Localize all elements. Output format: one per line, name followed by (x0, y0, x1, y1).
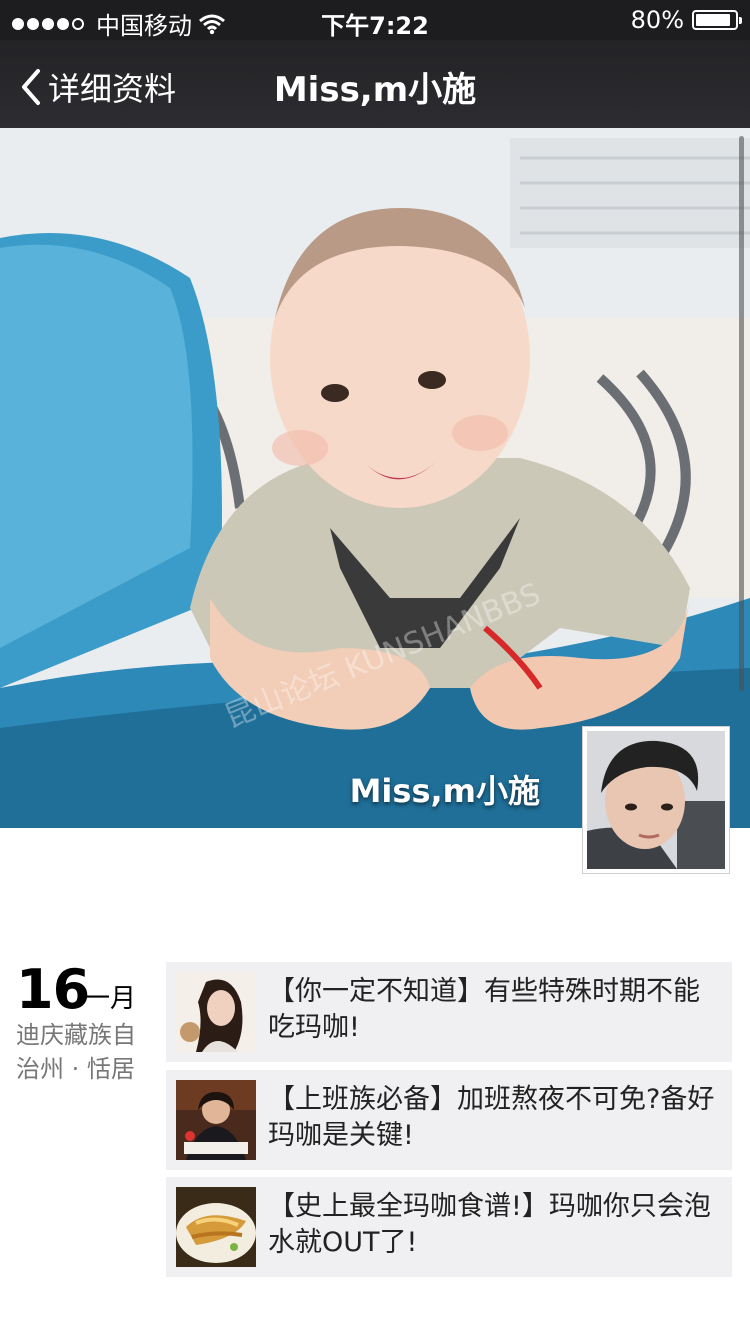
page-title: Miss,m小施 (273, 70, 477, 110)
timeline-post[interactable]: 【你一定不知道】有些特殊时期不能吃玛咖! (166, 962, 732, 1062)
battery-percent: 80% (630, 6, 684, 34)
post-thumbnail (176, 1080, 256, 1160)
woman-portrait-icon (176, 972, 256, 1052)
timeline-post[interactable]: 【史上最全玛咖食谱!】玛咖你只会泡水就OUT了! (166, 1177, 732, 1277)
post-location: 迪庆藏族自治州 · 恬居 (16, 1021, 136, 1083)
battery-icon (692, 10, 742, 30)
status-bar: 中国移动 下午7:22 80% (0, 0, 750, 40)
post-date-month: 一月 (84, 984, 137, 1014)
status-right: 80% (630, 6, 742, 34)
avatar[interactable] (582, 726, 730, 874)
post-date-day: 16 (16, 958, 90, 1021)
post-title: 【上班族必备】加班熬夜不可免?备好玛咖是关键! (268, 1084, 715, 1151)
cover-photo[interactable]: 昆山论坛 KUNSHANBBS Miss,m小施 (0, 128, 750, 828)
post-title: 【史上最全玛咖食谱!】玛咖你只会泡水就OUT了! (268, 1191, 711, 1258)
avatar-image (587, 731, 725, 869)
food-dish-icon (176, 1187, 256, 1267)
post-title: 【你一定不知道】有些特殊时期不能吃玛咖! (268, 976, 700, 1043)
post-thumbnail (176, 972, 256, 1052)
timeline-post[interactable]: 【上班族必备】加班熬夜不可免?备好玛咖是关键! (166, 1070, 732, 1170)
tired-worker-icon (176, 1080, 256, 1160)
cover-username: Miss,m小施 (349, 772, 540, 810)
scrollbar[interactable] (739, 136, 744, 691)
post-thumbnail (176, 1187, 256, 1267)
baby-photo: 昆山论坛 KUNSHANBBS (0, 128, 750, 828)
navigation-bar: 详细资料 Miss,m小施 (0, 40, 750, 128)
